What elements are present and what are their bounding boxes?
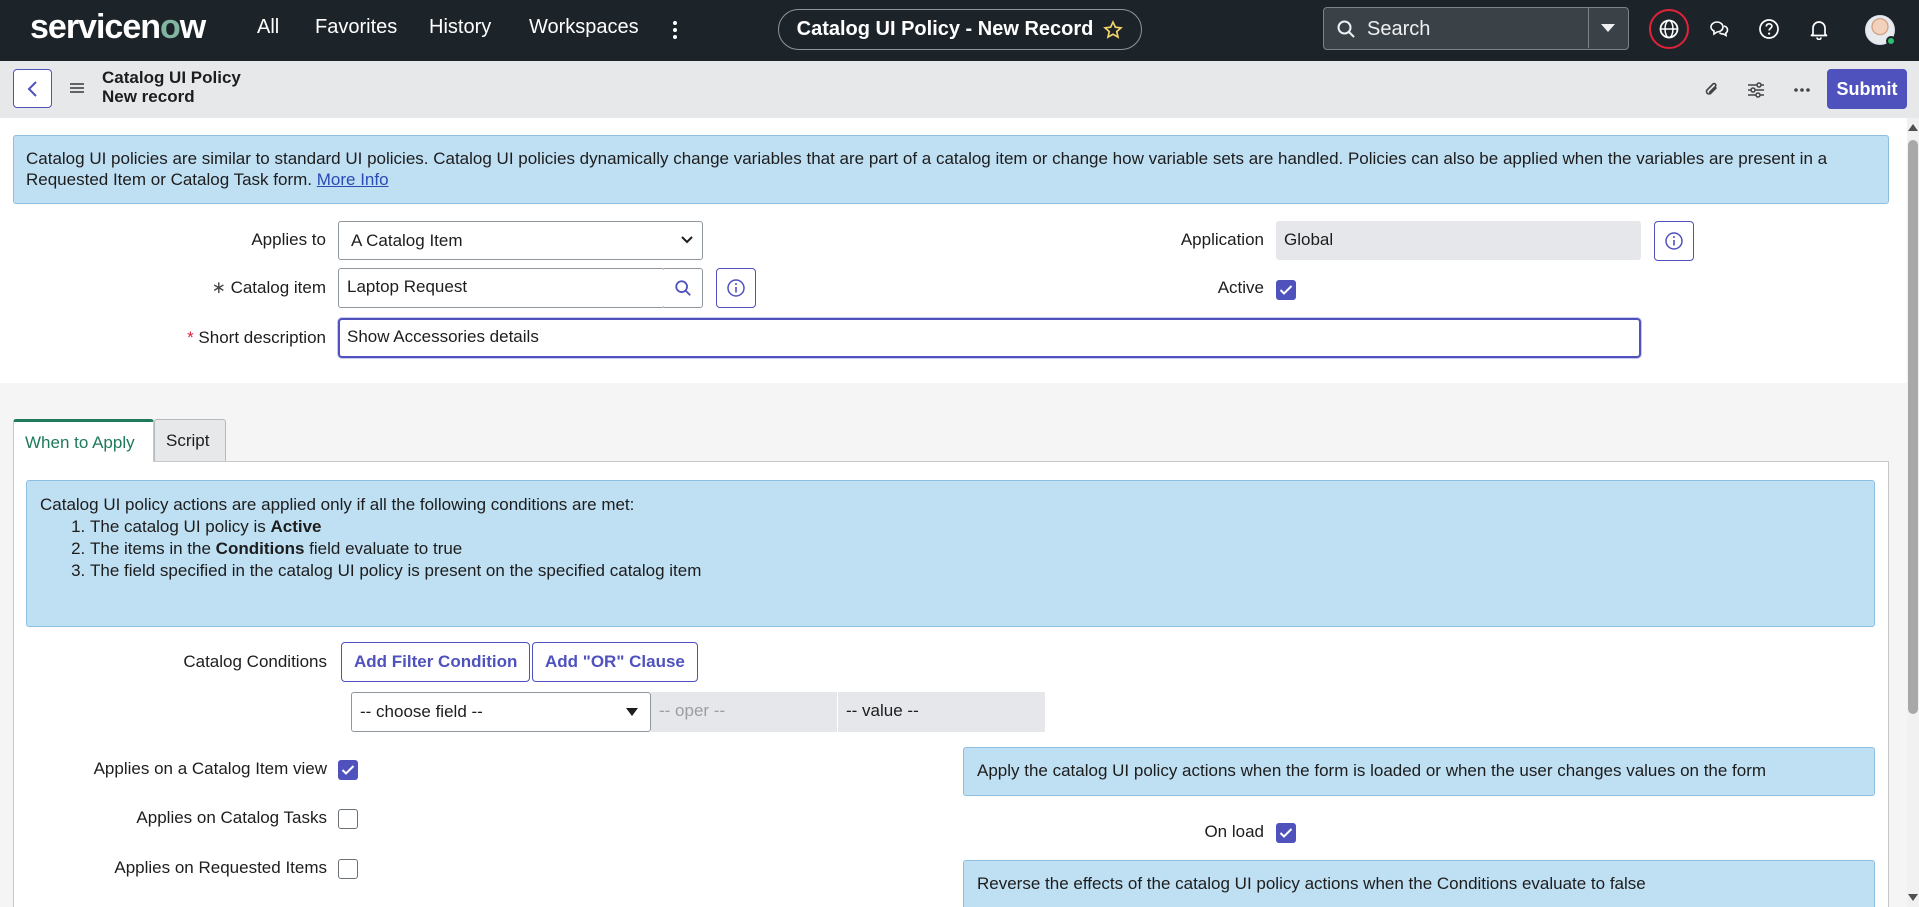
servicenow-logo[interactable]: servicenow <box>30 8 206 47</box>
attachment-icon[interactable] <box>1700 78 1724 102</box>
nav-all[interactable]: All <box>257 16 279 39</box>
form-title-record: New record <box>102 87 195 106</box>
search-divider <box>1588 8 1589 48</box>
on-load-label: On load <box>1204 822 1264 841</box>
notification-bell-icon[interactable] <box>1806 16 1832 42</box>
dropdown-triangle-icon <box>626 708 638 716</box>
scroll-down-arrow-icon[interactable] <box>1908 893 1918 903</box>
add-or-clause-button[interactable]: Add "OR" Clause <box>532 642 698 682</box>
info-icon <box>1665 232 1683 250</box>
checkmark-icon <box>1279 285 1293 295</box>
short-description-label: * Short description <box>187 328 326 347</box>
catalog-item-input[interactable]: Laptop Request <box>338 268 665 308</box>
condition-item-3: The field specified in the catalog UI po… <box>90 560 1861 582</box>
onload-info-note: Apply the catalog UI policy actions when… <box>963 747 1875 796</box>
condition-item-2: The items in the Conditions field evalua… <box>90 538 1861 560</box>
nav-history[interactable]: History <box>429 16 491 39</box>
conditions-intro: Catalog UI policy actions are applied on… <box>40 495 635 514</box>
applies-on-catalog-item-view-checkbox[interactable] <box>338 760 358 780</box>
catalog-item-label: ∗ Catalog item <box>211 278 326 297</box>
settings-sliders-icon[interactable] <box>1744 78 1768 102</box>
search-icon <box>1336 19 1356 39</box>
chevron-down-icon <box>681 236 693 244</box>
scroll-up-arrow-icon[interactable] <box>1908 122 1918 132</box>
context-menu-icon[interactable] <box>69 81 85 95</box>
checkmark-icon <box>1279 828 1293 838</box>
back-button[interactable] <box>13 69 52 108</box>
info-banner-text: Catalog UI policies are similar to stand… <box>26 149 1828 189</box>
form-header: Catalog UI Policy New record Submit <box>0 61 1919 118</box>
chat-icon[interactable] <box>1706 16 1732 42</box>
form-title-table: Catalog UI Policy <box>102 68 241 87</box>
applies-on-requested-items-label: Applies on Requested Items <box>114 858 327 877</box>
conditions-info-banner: Catalog UI policy actions are applied on… <box>26 480 1875 627</box>
search-scope-dropdown-icon[interactable] <box>1600 23 1616 33</box>
record-title: Catalog UI Policy - New Record <box>796 18 1094 40</box>
applies-on-requested-items-checkbox[interactable] <box>338 859 358 879</box>
more-horizontal-icon[interactable] <box>1790 78 1814 102</box>
nav-favorites[interactable]: Favorites <box>315 16 397 39</box>
condition-field-select[interactable]: -- choose field -- <box>351 692 651 732</box>
nav-workspaces[interactable]: Workspaces <box>529 16 639 39</box>
application-label: Application <box>1180 230 1264 249</box>
short-description-input[interactable]: Show Accessories details <box>338 318 1641 358</box>
on-load-checkbox[interactable] <box>1276 823 1296 843</box>
global-search[interactable]: Search <box>1323 7 1629 50</box>
submit-button[interactable]: Submit <box>1827 69 1907 109</box>
active-label: Active <box>1217 278 1264 297</box>
star-icon[interactable] <box>1103 19 1124 40</box>
condition-item-1: The catalog UI policy is Active <box>90 516 1861 538</box>
catalog-item-lookup-button[interactable] <box>664 268 703 308</box>
info-icon <box>727 279 745 297</box>
tab-when-to-apply[interactable]: When to Apply <box>13 419 154 462</box>
presence-status-dot <box>1886 36 1896 46</box>
catalog-item-info-button[interactable] <box>716 268 756 308</box>
help-icon[interactable] <box>1756 16 1782 42</box>
catalog-conditions-label: Catalog Conditions <box>183 652 327 671</box>
condition-value-field[interactable]: -- value -- <box>838 692 1045 732</box>
applies-to-value: A Catalog Item <box>351 231 463 250</box>
applies-on-catalog-tasks-label: Applies on Catalog Tasks <box>136 808 327 827</box>
reverse-info-note: Reverse the effects of the catalog UI po… <box>963 860 1875 907</box>
active-checkbox[interactable] <box>1276 280 1296 300</box>
search-placeholder: Search <box>1367 18 1431 40</box>
top-navigation-bar: servicenow All Favorites History Workspa… <box>0 0 1919 61</box>
form-title: Catalog UI Policy New record <box>102 68 241 106</box>
condition-field-value: -- choose field -- <box>360 702 483 721</box>
globe-icon[interactable] <box>1649 9 1689 49</box>
applies-to-select[interactable]: A Catalog Item <box>338 221 703 260</box>
chevron-left-icon <box>27 80 37 97</box>
application-info-button[interactable] <box>1654 221 1694 261</box>
info-banner: Catalog UI policies are similar to stand… <box>13 135 1889 204</box>
required-marker: * <box>187 328 194 347</box>
record-title-pill[interactable]: Catalog UI Policy - New Record <box>778 9 1142 50</box>
conditions-list: The catalog UI policy is Active The item… <box>40 516 1861 582</box>
add-filter-condition-button[interactable]: Add Filter Condition <box>341 642 531 682</box>
more-info-link[interactable]: More Info <box>317 170 389 189</box>
optional-marker: ∗ <box>211 278 226 297</box>
applies-to-label: Applies to <box>251 230 326 249</box>
user-avatar[interactable] <box>1865 15 1896 46</box>
more-vertical-icon[interactable] <box>665 16 685 44</box>
application-field: Global <box>1276 221 1641 260</box>
page-scrollbar-thumb[interactable] <box>1908 140 1918 714</box>
tab-script[interactable]: Script <box>154 419 226 462</box>
search-icon <box>675 280 691 296</box>
applies-on-catalog-item-view-label: Applies on a Catalog Item view <box>93 759 327 778</box>
checkmark-icon <box>341 765 355 775</box>
applies-on-catalog-tasks-checkbox[interactable] <box>338 809 358 829</box>
condition-operator-select[interactable]: -- oper -- <box>651 692 837 732</box>
